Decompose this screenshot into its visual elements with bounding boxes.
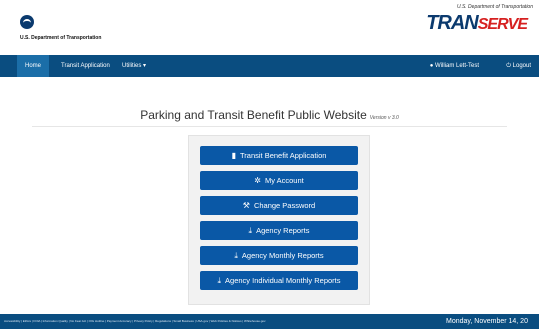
site-header: U.S. Department of Transportation U.S. D… [0, 0, 539, 52]
page-title-text: Parking and Transit Benefit Public Websi… [140, 108, 367, 122]
button-label: My Account [264, 176, 304, 185]
download-icon: ⤓ [234, 251, 238, 260]
download-icon: ⤓ [248, 226, 253, 235]
power-icon: ⏻ [506, 63, 511, 69]
agency-monthly-reports-button[interactable]: ⤓ Agency Monthly Reports [200, 246, 358, 265]
nav-user[interactable]: ● William Lett-Test [422, 55, 487, 77]
page-title: Parking and Transit Benefit Public Websi… [0, 108, 539, 122]
footer: Accessibility | Ethics | FOIA | Informat… [0, 314, 539, 329]
menu-panel: ▮ Transit Benefit Application ✲ My Account… [188, 135, 370, 305]
title-divider [32, 126, 507, 127]
transerve-logo-tran: TRAN [426, 12, 479, 34]
button-label: Agency Individual Monthly Reports [225, 276, 341, 285]
nav-utilities-label: Utilities [122, 63, 142, 69]
version-label: Version v 3.0 [369, 115, 399, 121]
file-icon: ▮ [231, 151, 236, 160]
button-label: Agency Reports [256, 226, 310, 235]
button-label: Change Password [253, 201, 316, 210]
agency-reports-button[interactable]: ⤓ Agency Reports [200, 221, 358, 240]
transerve-logo-serve: SERVE [477, 16, 528, 33]
nav-utilities[interactable]: Utilities ▾ [114, 55, 154, 77]
user-icon: ● [429, 63, 434, 69]
nav-transit-application[interactable]: Transit Application [53, 55, 118, 77]
button-label: Agency Monthly Reports [241, 251, 324, 260]
download-icon: ⤓ [217, 276, 222, 285]
change-password-button[interactable]: ⚒ Change Password [200, 196, 358, 215]
footer-links[interactable]: Accessibility | Ethics | FOIA | Informat… [4, 314, 266, 329]
footer-date: Monday, November 14, 20 [446, 318, 528, 325]
nav-logout[interactable]: ⏻ Logout [498, 55, 539, 77]
button-label: Transit Benefit Application [239, 151, 327, 160]
nav-user-label: William Lett-Test [434, 63, 479, 69]
agency-individual-monthly-reports-button[interactable]: ⤓ Agency Individual Monthly Reports [200, 271, 358, 290]
caret-down-icon: ▾ [143, 63, 147, 69]
nav-home[interactable]: Home [17, 55, 50, 77]
navbar: Home Transit Application Utilities ▾ ● W… [0, 55, 539, 77]
wrench-icon: ⚒ [242, 201, 250, 210]
transit-benefit-application-button[interactable]: ▮ Transit Benefit Application [200, 146, 358, 165]
transerve-dept-label: U.S. Department of Transportation [456, 4, 533, 10]
dot-name: U.S. Department of Transportation [20, 35, 102, 41]
my-account-button[interactable]: ✲ My Account [200, 171, 358, 190]
gear-icon: ✲ [254, 176, 261, 185]
dot-logo-icon[interactable] [20, 15, 34, 29]
transerve-logo[interactable]: TRANSERVE [426, 12, 528, 35]
nav-logout-label: Logout [512, 63, 531, 69]
